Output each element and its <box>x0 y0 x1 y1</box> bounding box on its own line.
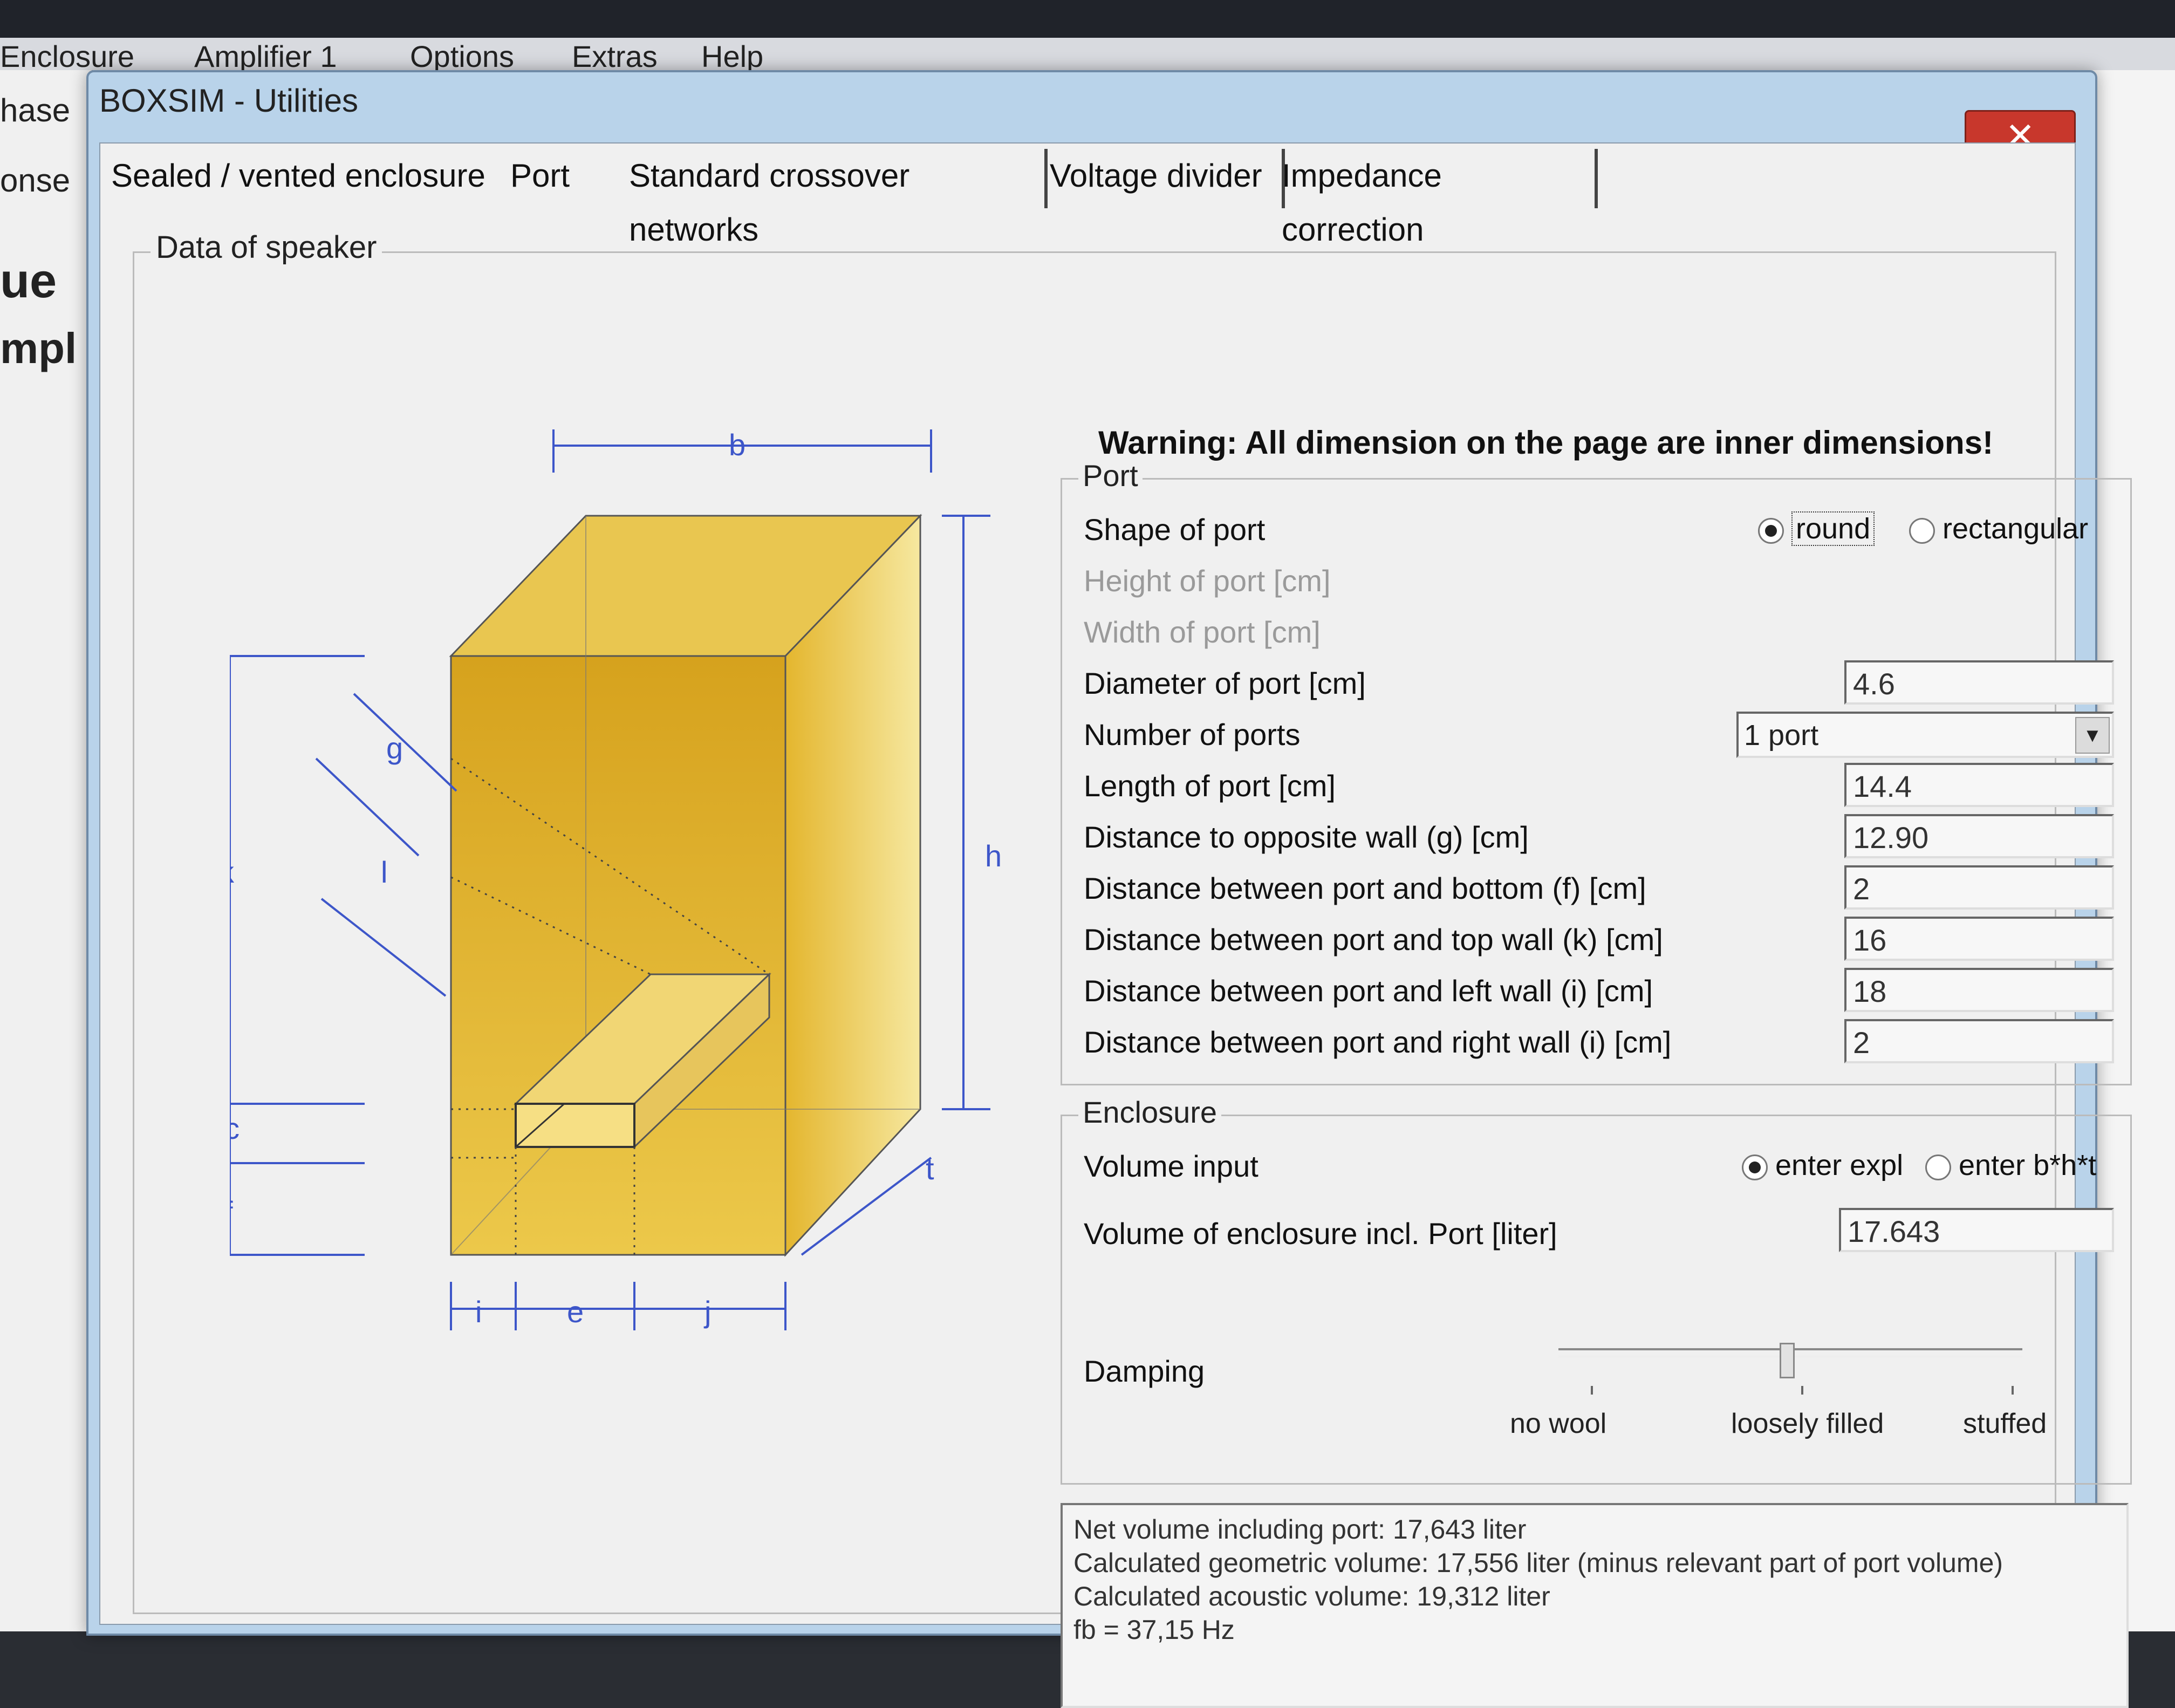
port-left-distance-input[interactable]: 18 <box>1844 968 2114 1012</box>
damping-slider-thumb[interactable] <box>1780 1343 1795 1378</box>
opposite-wall-input[interactable]: 12.90 <box>1844 814 2114 858</box>
volume-input-label: Volume input <box>1084 1149 1259 1183</box>
number-of-ports-select[interactable]: 1 port ▼ <box>1736 712 2114 758</box>
port-top-distance-input[interactable]: 16 <box>1844 917 2114 961</box>
tab-sealed-vented[interactable]: Sealed / vented enclosure <box>100 149 510 208</box>
slider-tick <box>1801 1386 1803 1395</box>
result-geometric-volume: Calculated geometric volume: 17,556 lite… <box>1073 1548 2003 1578</box>
radio-enter-explicit[interactable]: enter expl <box>1742 1149 1903 1182</box>
dim-label-e: e <box>567 1295 584 1329</box>
dim-label-l: l <box>381 855 387 889</box>
port-group-legend: Port <box>1078 458 1143 493</box>
radio-selected-icon <box>1742 1154 1768 1180</box>
height-of-port-label: Height of port [cm] <box>1084 564 1331 598</box>
shape-of-port-label: Shape of port <box>1084 513 1266 546</box>
damping-label: Damping <box>1084 1354 1205 1388</box>
port-opening <box>515 1103 635 1148</box>
port-bottom-distance-input[interactable]: 2 <box>1844 865 2114 910</box>
radio-rectangular[interactable]: rectangular <box>1909 512 2088 545</box>
dim-label-j: j <box>703 1295 711 1329</box>
tab-standard-crossover[interactable]: Standard crossover networks <box>618 149 1048 248</box>
radio-enter-bht-label: enter b*h*t <box>1959 1149 2097 1181</box>
damping-tick-stuffed: stuffed <box>1963 1408 2047 1439</box>
width-of-port-label: Width of port [cm] <box>1084 615 1321 649</box>
background-menubar: Enclosure Amplifier 1 Options Extras Hel… <box>0 38 2175 73</box>
menu-extras[interactable]: Extras <box>572 39 658 74</box>
volume-of-enclosure-label: Volume of enclosure incl. Port [liter] <box>1084 1217 1557 1251</box>
tab-port[interactable]: Port <box>500 149 629 208</box>
enclosure-group: Enclosure Volume input enter expl enter … <box>1061 1095 2132 1485</box>
port-top-distance-label: Distance between port and top wall (k) [… <box>1084 923 1663 957</box>
screen-top-bezel <box>0 0 2175 38</box>
dialog-client-area: Sealed / vented enclosure Port Standard … <box>99 142 2132 1708</box>
speaker-group-legend: Data of speaker <box>151 229 382 265</box>
radio-unselected-icon <box>1925 1154 1951 1180</box>
enclosure-group-legend: Enclosure <box>1078 1095 1222 1130</box>
slider-tick <box>1591 1386 1593 1395</box>
opposite-wall-label: Distance to opposite wall (g) [cm] <box>1084 820 1529 854</box>
dim-label-h: h <box>985 839 1002 873</box>
dim-label-c: c <box>230 1111 240 1145</box>
radio-round-label: round <box>1791 511 1875 546</box>
window-title: BOXSIM - Utilities <box>99 83 359 119</box>
port-bottom-distance-label: Distance between port and bottom (f) [cm… <box>1084 871 1646 905</box>
dim-label-g: g <box>386 731 403 765</box>
bg-label: hase <box>0 92 71 128</box>
tab-voltage-divider[interactable]: Voltage divider <box>1039 149 1285 208</box>
dim-label-t: t <box>926 1152 934 1186</box>
menu-help[interactable]: Help <box>701 39 763 74</box>
port-group: Port Shape of port round rectangular Hei… <box>1061 458 2132 1085</box>
damping-tick-no-wool: no wool <box>1510 1408 1607 1439</box>
box-front-face <box>450 655 786 1256</box>
volume-input[interactable]: 17.643 <box>1839 1208 2114 1252</box>
enclosure-diagram: b h k g l c f t i e j <box>230 428 1002 1330</box>
radio-rectangular-label: rectangular <box>1943 513 2089 545</box>
result-acoustic-volume: Calculated acoustic volume: 19,312 liter <box>1073 1581 1550 1611</box>
radio-round[interactable]: round <box>1758 511 1875 546</box>
diameter-input[interactable]: 4.6 <box>1844 660 2114 705</box>
diameter-of-port-label: Diameter of port [cm] <box>1084 666 1366 700</box>
radio-selected-icon <box>1758 517 1784 544</box>
tab-impedance-correction[interactable]: Impedance correction <box>1271 149 1598 248</box>
number-of-ports-label: Number of ports <box>1084 718 1301 751</box>
results-textbox[interactable]: Net volume including port: 17,643 liter … <box>1061 1503 2129 1708</box>
dim-label-k: k <box>230 855 235 889</box>
title-bar[interactable]: BOXSIM - Utilities ✕ <box>88 72 2095 163</box>
dim-label-b: b <box>729 428 745 462</box>
radio-enter-bht[interactable]: enter b*h*t <box>1925 1149 2096 1182</box>
dim-label-i: i <box>475 1295 482 1329</box>
port-left-distance-label: Distance between port and left wall (i) … <box>1084 974 1653 1008</box>
result-tuning-frequency: fb = 37,15 Hz <box>1073 1615 1235 1645</box>
bg-label: onse <box>0 162 71 199</box>
utilities-dialog: BOXSIM - Utilities ✕ Sealed / vented enc… <box>86 70 2132 1708</box>
background-left-panel: hase onse ue mpl <box>0 70 93 1631</box>
damping-tick-loosely-filled: loosely filled <box>1731 1408 1884 1439</box>
chevron-down-icon[interactable]: ▼ <box>2075 717 2110 754</box>
inner-dimensions-warning: Warning: All dimension on the page are i… <box>1098 425 1994 461</box>
menu-enclosure[interactable]: Enclosure <box>0 39 134 74</box>
number-of-ports-value: 1 port <box>1744 719 1819 751</box>
dim-label-f: f <box>230 1195 233 1229</box>
radio-enter-explicit-label: enter expl <box>1775 1149 1904 1181</box>
bg-label: ue <box>0 254 57 308</box>
tab-strip: Sealed / vented enclosure Port Standard … <box>100 144 2075 248</box>
radio-unselected-icon <box>1909 517 1935 544</box>
length-input[interactable]: 14.4 <box>1844 763 2114 807</box>
port-right-distance-input[interactable]: 2 <box>1844 1019 2114 1063</box>
length-of-port-label: Length of port [cm] <box>1084 769 1336 803</box>
bg-label: mpl <box>0 324 77 372</box>
slider-tick <box>2012 1386 2014 1395</box>
menu-amplifier[interactable]: Amplifier 1 <box>194 39 337 74</box>
menu-options[interactable]: Options <box>410 39 514 74</box>
result-net-volume: Net volume including port: 17,643 liter <box>1073 1514 1527 1545</box>
port-right-distance-label: Distance between port and right wall (i)… <box>1084 1025 1672 1059</box>
